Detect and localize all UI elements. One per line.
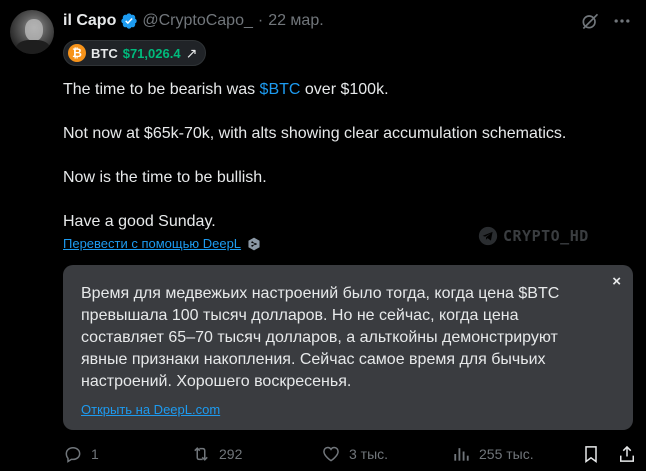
tweet-date[interactable]: 22 мар. <box>268 12 323 30</box>
author-handle[interactable]: @CryptoCapo_ <box>142 12 253 30</box>
tweet-line-1: The time to be bearish was $BTC over $10… <box>63 79 633 101</box>
watermark-text: CRYPTO_HD <box>503 227 589 245</box>
translate-link-text[interactable]: Перевести с помощью DeepL <box>63 236 241 251</box>
grok-icon[interactable] <box>580 11 600 31</box>
reply-button[interactable]: 1 <box>63 444 99 464</box>
retweet-button[interactable]: 292 <box>191 444 242 464</box>
bookmark-icon <box>585 446 597 463</box>
bitcoin-coin-icon: ₿ <box>68 44 86 62</box>
bookmark-button[interactable] <box>581 444 601 464</box>
like-count: 3 тыс. <box>349 446 389 462</box>
header-separator: · <box>257 12 264 29</box>
cashtag-link[interactable]: $BTC <box>260 81 301 98</box>
watermark: CRYPTO_HD <box>478 226 589 246</box>
tweet-action-bar: 1 292 3 тыс. 255 тыс. <box>63 442 634 466</box>
share-icon <box>620 445 634 462</box>
top-actions <box>580 11 632 31</box>
telegram-icon <box>478 226 498 246</box>
retweet-count: 292 <box>219 446 243 462</box>
close-icon[interactable]: × <box>612 273 621 290</box>
like-button[interactable]: 3 тыс. <box>321 444 388 464</box>
heart-icon <box>323 446 339 462</box>
avatar-suit <box>16 40 50 54</box>
cashtag-ticker: BTC <box>91 45 118 61</box>
translation-panel: × Время для медвежьих настроений было то… <box>63 265 633 430</box>
tweet-text-segment: over $100k. <box>300 81 389 98</box>
tweet-header: il Capo @CryptoCapo_ · 22 мар. <box>63 11 324 31</box>
translate-link[interactable]: Перевести с помощью DeepL <box>63 236 261 251</box>
retweet-icon <box>194 447 208 461</box>
views-count: 255 тыс. <box>479 446 534 462</box>
open-deepl-link[interactable]: Открыть на DeepL.com <box>81 402 220 417</box>
translation-text: Время для медвежьих настроений было тогд… <box>81 285 560 390</box>
tweet-body: The time to be bearish was $BTC over $10… <box>63 79 633 233</box>
share-button[interactable] <box>617 444 637 464</box>
tweet-text-segment: The time to be bearish was <box>63 81 260 98</box>
views-chart-icon <box>454 448 469 461</box>
author-name[interactable]: il Capo <box>63 12 116 30</box>
verified-badge-icon <box>121 13 138 29</box>
avatar-face <box>25 19 43 41</box>
cashtag-price-card[interactable]: ₿ BTC $71,026.4 ↗ <box>63 40 207 66</box>
more-icon[interactable] <box>612 11 632 31</box>
reply-icon <box>65 446 81 463</box>
deepl-icon <box>248 237 260 250</box>
cashtag-price: $71,026.4 <box>122 45 181 61</box>
views-button[interactable]: 255 тыс. <box>451 444 534 464</box>
tweet-line-3: Now is the time to be bullish. <box>63 169 267 186</box>
author-avatar[interactable] <box>10 10 54 54</box>
tweet-line-2: Not now at $65k-70k, with alts showing c… <box>63 125 567 142</box>
reply-count: 1 <box>91 446 99 462</box>
arrow-up-right-icon: ↗ <box>185 44 198 61</box>
